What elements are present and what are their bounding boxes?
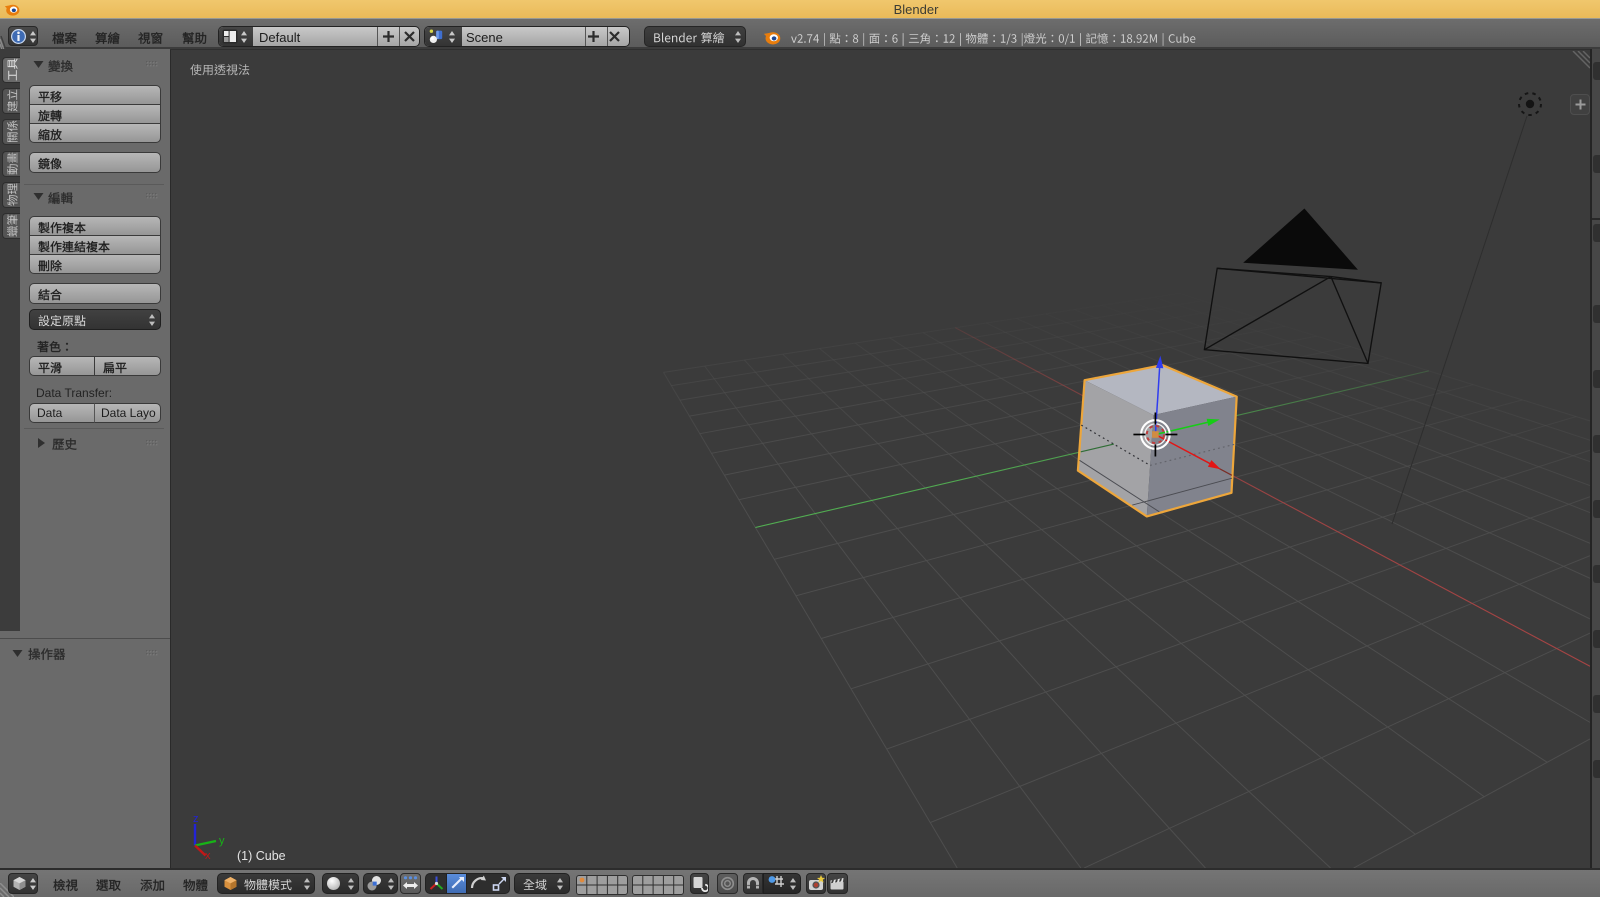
svg-text:z: z bbox=[193, 813, 199, 825]
svg-text:x: x bbox=[205, 850, 211, 860]
svg-text:y: y bbox=[219, 835, 225, 847]
